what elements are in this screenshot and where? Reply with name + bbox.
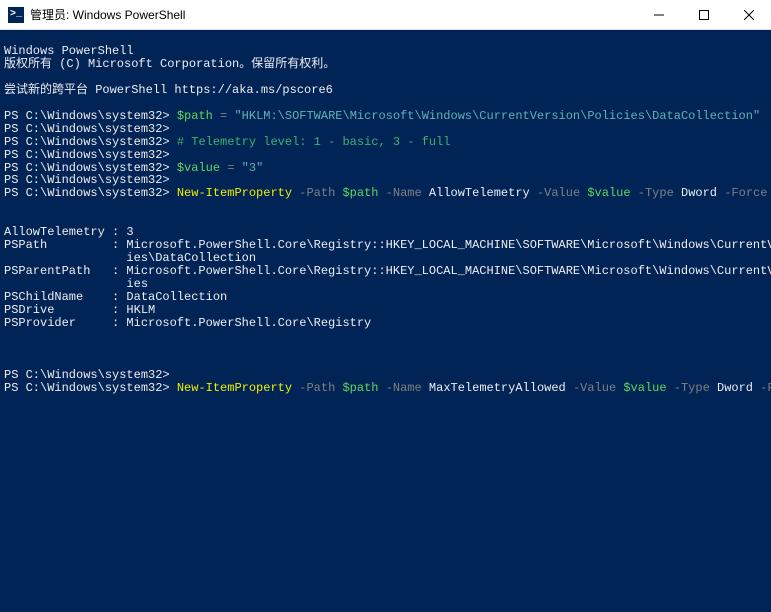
prompt: PS C:\Windows\system32>	[4, 381, 170, 395]
titlebar-left: >_ 管理员: Windows PowerShell	[8, 6, 185, 23]
minimize-icon	[654, 10, 664, 20]
string-value: "3"	[242, 161, 264, 175]
prompt: PS C:\Windows\system32>	[4, 135, 170, 149]
variable: $path	[342, 186, 378, 200]
window-controls	[636, 0, 771, 30]
param: -Type	[631, 186, 681, 200]
output-val: DataCollection	[126, 290, 227, 304]
output-val: 3	[126, 225, 133, 239]
close-icon	[744, 10, 754, 20]
output-val: Microsoft.PowerShell.Core\Registry::HKEY…	[126, 238, 771, 252]
prompt: PS C:\Windows\system32>	[4, 173, 170, 187]
param: -Force	[753, 381, 771, 395]
maximize-icon	[699, 10, 709, 20]
output-val: Microsoft.PowerShell.Core\Registry	[126, 316, 371, 330]
string-value: "HKLM:\SOFTWARE\Microsoft\Windows\Curren…	[234, 109, 760, 123]
output-cont: ies	[4, 277, 148, 291]
param: -Path	[292, 186, 342, 200]
param: -Name	[379, 186, 429, 200]
output-key: PSProvider :	[4, 316, 126, 330]
window-titlebar: >_ 管理员: Windows PowerShell	[0, 0, 771, 30]
terminal-content[interactable]: Windows PowerShell 版权所有 (C) Microsoft Co…	[0, 30, 771, 397]
arg: AllowTelemetry	[429, 186, 530, 200]
header-line: Windows PowerShell	[4, 44, 134, 58]
header-line: 版权所有 (C) Microsoft Corporation。保留所有权利。	[4, 57, 335, 71]
param: -Type	[667, 381, 717, 395]
arg: Dword	[717, 381, 753, 395]
output-key: PSDrive :	[4, 303, 126, 317]
output-key: PSPath :	[4, 238, 126, 252]
variable: $path	[342, 381, 378, 395]
variable: $value	[587, 186, 630, 200]
output-val: Microsoft.PowerShell.Core\Registry::HKEY…	[126, 264, 771, 278]
prompt: PS C:\Windows\system32>	[4, 148, 170, 162]
header-line: 尝试新的跨平台 PowerShell https://aka.ms/pscore…	[4, 83, 333, 97]
close-button[interactable]	[726, 0, 771, 30]
cmdlet: New-ItemProperty	[177, 186, 292, 200]
variable: $path	[177, 109, 213, 123]
prompt: PS C:\Windows\system32>	[4, 122, 170, 136]
operator: =	[213, 109, 235, 123]
comment: # Telemetry level: 1 - basic, 3 - full	[177, 135, 451, 149]
variable: $value	[177, 161, 220, 175]
prompt: PS C:\Windows\system32>	[4, 161, 170, 175]
window-title: 管理员: Windows PowerShell	[30, 6, 185, 23]
prompt: PS C:\Windows\system32>	[4, 186, 170, 200]
operator: =	[220, 161, 242, 175]
powershell-icon: >_	[8, 7, 24, 23]
param: -Force	[717, 186, 767, 200]
param: -Name	[379, 381, 429, 395]
minimize-button[interactable]	[636, 0, 681, 30]
output-key: PSChildName :	[4, 290, 126, 304]
arg: MaxTelemetryAllowed	[429, 381, 566, 395]
param: -Path	[292, 381, 342, 395]
output-val: HKLM	[126, 303, 155, 317]
param: -Value	[530, 186, 588, 200]
output-key: PSParentPath :	[4, 264, 126, 278]
prompt: PS C:\Windows\system32>	[4, 109, 170, 123]
arg: Dword	[681, 186, 717, 200]
output-cont: ies\DataCollection	[4, 251, 256, 265]
prompt: PS C:\Windows\system32>	[4, 368, 170, 382]
output-key: AllowTelemetry :	[4, 225, 126, 239]
variable: $value	[623, 381, 666, 395]
maximize-button[interactable]	[681, 0, 726, 30]
cmdlet: New-ItemProperty	[177, 381, 292, 395]
param: -Value	[566, 381, 624, 395]
